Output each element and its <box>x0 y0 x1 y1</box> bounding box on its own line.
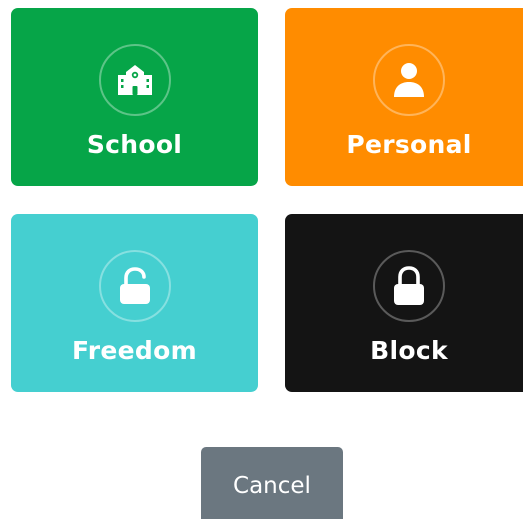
school-building-icon <box>117 65 152 95</box>
school-icon-ring <box>98 44 171 116</box>
person-icon <box>394 63 424 97</box>
freedom-mode-tile[interactable]: Freedom <box>11 214 258 392</box>
freedom-icon-ring <box>98 250 171 322</box>
mode-picker: School Personal Freedom Block Cancel <box>0 0 523 519</box>
school-mode-tile[interactable]: School <box>11 8 258 186</box>
freedom-mode-label: Freedom <box>72 336 197 365</box>
block-mode-tile[interactable]: Block <box>285 214 523 392</box>
personal-mode-label: Personal <box>346 130 472 159</box>
unlocked-padlock-icon <box>119 267 150 304</box>
school-mode-label: School <box>86 130 183 159</box>
block-mode-label: Block <box>370 336 448 365</box>
personal-icon-ring <box>373 44 445 116</box>
personal-mode-tile[interactable]: Personal <box>285 8 523 186</box>
locked-padlock-icon <box>394 266 424 305</box>
block-icon-ring <box>373 250 445 322</box>
cancel-button[interactable]: Cancel <box>201 447 343 519</box>
